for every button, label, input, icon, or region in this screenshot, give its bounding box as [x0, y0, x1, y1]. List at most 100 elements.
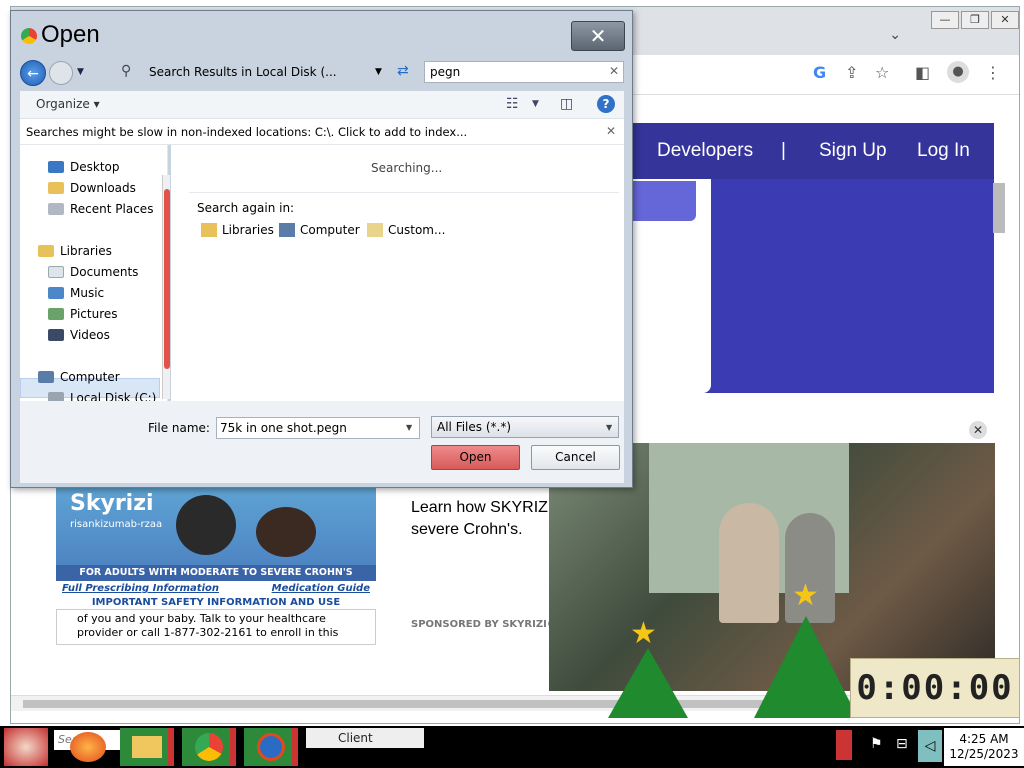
nav-developers[interactable]: Developers [657, 140, 753, 162]
nav-item-documents[interactable]: Documents [48, 265, 138, 279]
nav-item-computer[interactable]: Computer [38, 370, 120, 384]
search-input[interactable]: pegn [424, 61, 624, 83]
address-bar[interactable]: Search Results in Local Disk (... [149, 61, 389, 83]
nav-item-label: Downloads [70, 181, 136, 195]
nav-pane-scrollbar[interactable] [162, 175, 170, 399]
command-bar: Organize ▾ ☷ ▼ ◫ ? [20, 91, 624, 119]
recent-locations-chevron-icon[interactable]: ▼ [77, 67, 84, 77]
app-icon [257, 733, 285, 761]
maximize-icon[interactable]: ❐ [961, 11, 989, 29]
search-again-libraries[interactable]: Libraries [201, 223, 274, 237]
nav-item-label: Music [70, 286, 105, 300]
music-icon [48, 287, 64, 299]
bookmark-star-icon[interactable]: ☆ [875, 63, 889, 82]
view-options-icon[interactable]: ☷ [506, 96, 519, 112]
preview-pane-icon[interactable]: ◫ [560, 96, 573, 112]
results-pane: Searching... Search again in: Libraries … [171, 145, 624, 401]
open-file-dialog: Open ✕ ← ▼ ⚲ Search Results in Local Dis… [10, 10, 633, 488]
ad-person-image [176, 495, 236, 555]
app-taskbar-icon[interactable] [244, 728, 298, 766]
refresh-icon[interactable]: ⇄ [397, 63, 409, 79]
open-button[interactable]: Open [431, 445, 520, 470]
search-again-computer[interactable]: Computer [279, 223, 360, 237]
file-type-chevron-icon[interactable]: ▼ [606, 423, 612, 432]
taskbar-client-item[interactable]: Client [306, 728, 424, 748]
profile-avatar-icon[interactable]: ● [947, 61, 969, 83]
nav-item-desktop[interactable]: Desktop [48, 160, 120, 174]
action-center-icon[interactable]: ⚑ [870, 736, 883, 752]
firefox-icon[interactable] [70, 732, 106, 762]
search-again-item-label: Libraries [222, 223, 274, 237]
search-again-custom[interactable]: Custom... [367, 223, 445, 237]
nav-log-in[interactable]: Log In [917, 140, 970, 162]
page-scrollbar-thumb[interactable] [993, 183, 1005, 233]
christmas-tree-icon [608, 648, 688, 718]
nav-pane-scrollbar-thumb[interactable] [164, 189, 170, 369]
file-type-select[interactable]: All Files (*.*) [431, 416, 619, 438]
file-name-input[interactable]: 75k in one shot.pegn [216, 417, 420, 439]
tray-flag-icon[interactable] [836, 730, 852, 760]
nav-sign-up[interactable]: Sign Up [819, 140, 887, 162]
ad-headline[interactable]: Learn how SKYRIZI severe Crohn's. [411, 497, 561, 541]
cancel-button[interactable]: Cancel [531, 445, 620, 470]
taskbar-clock[interactable]: 4:25 AM 12/25/2023 [944, 728, 1024, 766]
search-icon: ⚲ [121, 63, 132, 79]
nav-item-pictures[interactable]: Pictures [48, 307, 118, 321]
nav-item-downloads[interactable]: Downloads [48, 181, 136, 195]
star-icon: ★ [630, 616, 657, 651]
nav-item-label: Recent Places [70, 202, 154, 216]
search-again-item-label: Computer [300, 223, 360, 237]
chrome-taskbar-icon[interactable] [182, 728, 236, 766]
forward-arrow-icon[interactable] [49, 61, 73, 85]
recent-places-icon [48, 203, 64, 215]
menu-kebab-icon[interactable]: ⋮ [985, 63, 1001, 82]
custom-folder-icon [367, 223, 383, 237]
video-person [719, 503, 779, 623]
videos-icon [48, 329, 64, 341]
timer-widget[interactable]: 0:00:00 [850, 658, 1020, 718]
santa-start-icon[interactable] [4, 728, 48, 766]
ad-prescribing-link[interactable]: Full Prescribing Information [62, 583, 219, 594]
ad-sponsored-label: SPONSORED BY SKYRIZI® [411, 619, 557, 630]
google-icon[interactable]: G [813, 63, 826, 82]
network-icon[interactable]: ⊟ [896, 736, 908, 752]
star-icon: ★ [792, 578, 819, 613]
nav-item-libraries[interactable]: Libraries [38, 244, 112, 258]
nav-item-music[interactable]: Music [48, 286, 104, 300]
pictures-icon [48, 308, 64, 320]
ad-close-button[interactable]: ✕ [969, 421, 987, 439]
ad-banner-image[interactable]: Skyrizi risankizumab-rzaa FOR ADULTS WIT… [56, 485, 376, 581]
nav-item-recent-places[interactable]: Recent Places [48, 202, 153, 216]
file-explorer-icon[interactable] [120, 728, 174, 766]
address-chevron-icon[interactable]: ▼ [375, 67, 382, 77]
file-name-label: File name: [148, 421, 210, 435]
index-info-message[interactable]: Searches might be slow in non-indexed lo… [26, 125, 467, 139]
minimize-icon[interactable]: — [931, 11, 959, 29]
nav-divider: | [781, 140, 786, 161]
ad-medguide-link[interactable]: Medication Guide [272, 583, 370, 594]
organize-button[interactable]: Organize ▾ [36, 97, 100, 111]
index-info-bar[interactable]: Searches might be slow in non-indexed lo… [20, 119, 624, 145]
view-chevron-icon[interactable]: ▼ [532, 99, 539, 109]
back-arrow-icon[interactable]: ← [20, 60, 46, 86]
close-icon[interactable]: ✕ [991, 11, 1019, 29]
search-clear-icon[interactable]: ✕ [609, 64, 619, 78]
nav-item-videos[interactable]: Videos [48, 328, 110, 342]
info-close-icon[interactable]: ✕ [606, 124, 616, 138]
side-panel-icon[interactable]: ◧ [915, 63, 930, 82]
dialog-close-button[interactable]: ✕ [571, 21, 625, 51]
computer-icon [279, 223, 295, 237]
ad-brand-sub: risankizumab-rzaa [70, 519, 163, 530]
volume-icon[interactable]: ◁ [918, 730, 942, 762]
chrome-icon [21, 27, 37, 44]
folder-icon [132, 736, 162, 758]
libraries-icon [38, 245, 54, 257]
tab-search-chevron-icon[interactable]: ⌄ [889, 27, 901, 43]
desktop-icon [48, 161, 64, 173]
nav-item-label: Libraries [60, 244, 112, 258]
dialog-title: Open [21, 21, 100, 49]
share-icon[interactable]: ⇪ [845, 63, 858, 82]
file-name-chevron-icon[interactable]: ▼ [406, 423, 412, 432]
search-again-item-label: Custom... [388, 223, 446, 237]
help-icon[interactable]: ? [597, 95, 615, 113]
